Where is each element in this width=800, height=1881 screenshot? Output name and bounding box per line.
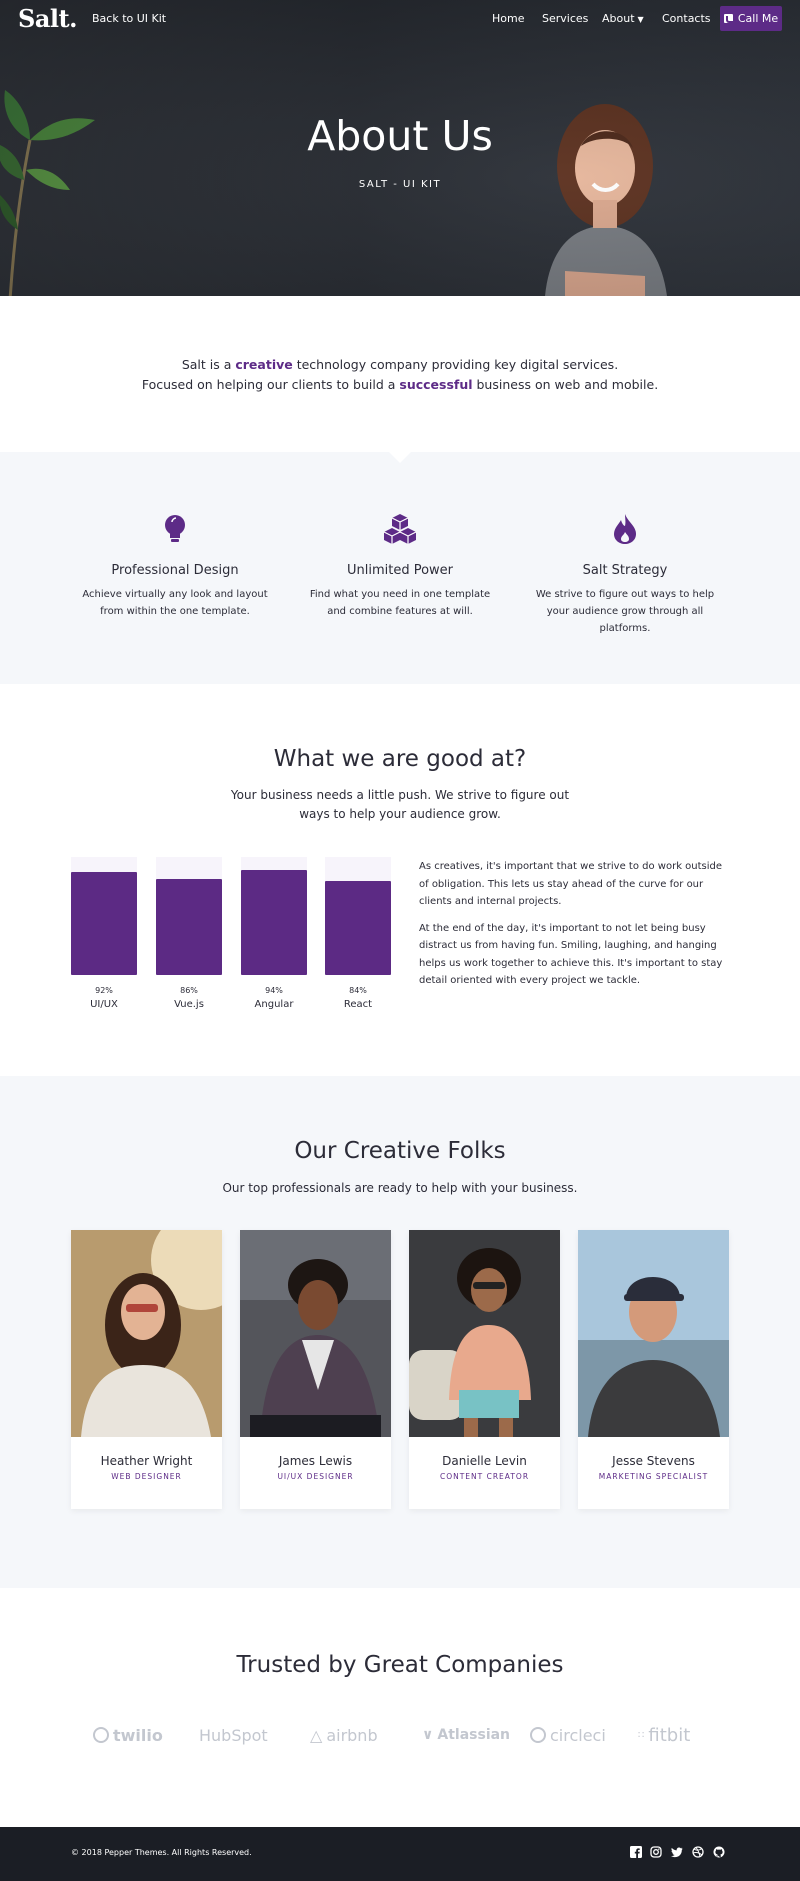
member-photo (409, 1230, 560, 1437)
copyright-text: © 2018 Pepper Themes. All Rights Reserve… (71, 1848, 252, 1857)
circleci-mark-icon (530, 1727, 546, 1743)
bar-fill (71, 872, 137, 975)
bar-percent: 94% (265, 986, 283, 995)
skill-bar (71, 857, 137, 975)
fitbit-logo: ∷ fitbit (638, 1724, 691, 1746)
member-role: WEB DESIGNER (111, 1472, 182, 1481)
feature-title: Professional Design (111, 563, 239, 578)
member-name: Jesse Stevens (612, 1454, 695, 1468)
dribbble-icon[interactable] (692, 1846, 704, 1858)
fire-icon (614, 514, 636, 544)
bar-percent: 92% (95, 986, 113, 995)
bar-fill (325, 881, 391, 975)
page-subtitle: SALT - UI KIT (358, 179, 442, 190)
instagram-icon[interactable] (650, 1846, 662, 1858)
page-title: About Us (307, 112, 493, 160)
skills-title: What we are good at? (273, 746, 527, 772)
twitter-icon[interactable] (671, 1846, 683, 1858)
brand-logo[interactable]: Salt. (18, 4, 77, 33)
bar-fill (156, 879, 222, 975)
circleci-logo: circleci (530, 1724, 606, 1746)
nav-home[interactable]: Home (492, 12, 524, 25)
feature-professional-design: Professional Design Achieve virtually an… (75, 512, 275, 620)
section-notch (389, 452, 411, 463)
feature-text: Achieve virtually any look and layout fr… (82, 589, 268, 617)
skills-description: As creatives, it's important that we str… (419, 858, 724, 990)
feature-title: Salt Strategy (582, 563, 668, 578)
member-role: MARKETING SPECIALIST (598, 1472, 709, 1481)
skills-subtitle: Your business needs a little push. We st… (230, 788, 570, 821)
phone-icon (723, 14, 733, 23)
member-photo (578, 1230, 729, 1437)
call-me-button[interactable]: Call Me (720, 6, 782, 31)
atlassian-logo: ∨ Atlassian (422, 1727, 511, 1743)
skill-bar (156, 857, 222, 975)
atlassian-mark-icon: ∨ (422, 1727, 434, 1743)
bar-label: React (343, 999, 373, 1010)
call-me-label: Call Me (737, 12, 779, 25)
feature-salt-strategy: Salt Strategy We strive to figure out wa… (525, 512, 725, 637)
navbar: Salt. Back to UI Kit Home Services About… (0, 0, 800, 38)
companies-title: Trusted by Great Companies (236, 1652, 564, 1678)
team-card[interactable]: James Lewis UI/UX DESIGNER (240, 1230, 391, 1509)
twilio-logo: twilio (93, 1724, 163, 1746)
lightbulb-icon (165, 515, 185, 542)
fitbit-mark-icon: ∷ (638, 1729, 645, 1741)
team-card[interactable]: Heather Wright WEB DESIGNER (71, 1230, 222, 1509)
team-card[interactable]: Jesse Stevens MARKETING SPECIALIST (578, 1230, 729, 1509)
footer: © 2018 Pepper Themes. All Rights Reserve… (0, 1827, 800, 1881)
member-role: CONTENT CREATOR (439, 1472, 530, 1481)
skills-chart: 92% 86% 94% 84% UI/UX Vue.js Angular Rea… (71, 857, 391, 1017)
facebook-icon[interactable] (630, 1846, 642, 1858)
member-photo (240, 1230, 391, 1437)
team-section: Our Creative Folks Our top professionals… (0, 1076, 800, 1588)
team-title: Our Creative Folks (294, 1138, 506, 1164)
bar-percent: 86% (180, 986, 198, 995)
nav-about[interactable]: About ▼ (602, 12, 644, 25)
feature-text: We strive to figure out ways to help you… (535, 589, 715, 634)
bar-label: Angular (254, 999, 294, 1010)
feature-title: Unlimited Power (346, 563, 454, 578)
bar-fill (241, 870, 307, 975)
hubspot-logo: HubSpot (199, 1725, 268, 1745)
cubes-icon (383, 514, 417, 544)
nav-services[interactable]: Services (542, 12, 588, 25)
nav-contacts[interactable]: Contacts (662, 12, 711, 25)
highlight-creative: creative (235, 357, 293, 372)
member-role: UI/UX DESIGNER (277, 1472, 354, 1481)
highlight-successful: successful (399, 377, 473, 392)
hero-section: Salt. Back to UI Kit Home Services About… (0, 0, 800, 296)
chevron-down-icon: ▼ (637, 15, 644, 24)
skill-bar (325, 857, 391, 975)
bar-label: Vue.js (174, 999, 204, 1010)
team-subtitle: Our top professionals are ready to help … (222, 1181, 578, 1195)
back-to-ui-kit-link[interactable]: Back to UI Kit (92, 12, 166, 25)
github-icon[interactable] (713, 1846, 725, 1858)
team-card[interactable]: Danielle Levin CONTENT CREATOR (409, 1230, 560, 1509)
features-section: Professional Design Achieve virtually an… (0, 452, 800, 684)
nav-about-label: About (602, 12, 635, 25)
bar-percent: 84% (349, 986, 367, 995)
skills-paragraph: At the end of the day, it's important to… (419, 922, 723, 987)
member-name: Danielle Levin (442, 1454, 527, 1468)
member-name: James Lewis (278, 1454, 353, 1468)
skill-bar (241, 857, 307, 975)
member-photo (71, 1230, 222, 1437)
airbnb-logo: △ airbnb (310, 1725, 378, 1745)
member-name: Heather Wright (100, 1454, 193, 1468)
twilio-mark-icon (93, 1727, 109, 1743)
bar-label: UI/UX (90, 999, 118, 1010)
feature-text: Find what you need in one template and c… (309, 589, 491, 617)
intro-text: Salt is a creative technology company pr… (141, 357, 659, 392)
skills-paragraph: As creatives, it's important that we str… (419, 861, 723, 907)
airbnb-mark-icon: △ (310, 1725, 323, 1745)
feature-unlimited-power: Unlimited Power Find what you need in on… (300, 512, 500, 620)
